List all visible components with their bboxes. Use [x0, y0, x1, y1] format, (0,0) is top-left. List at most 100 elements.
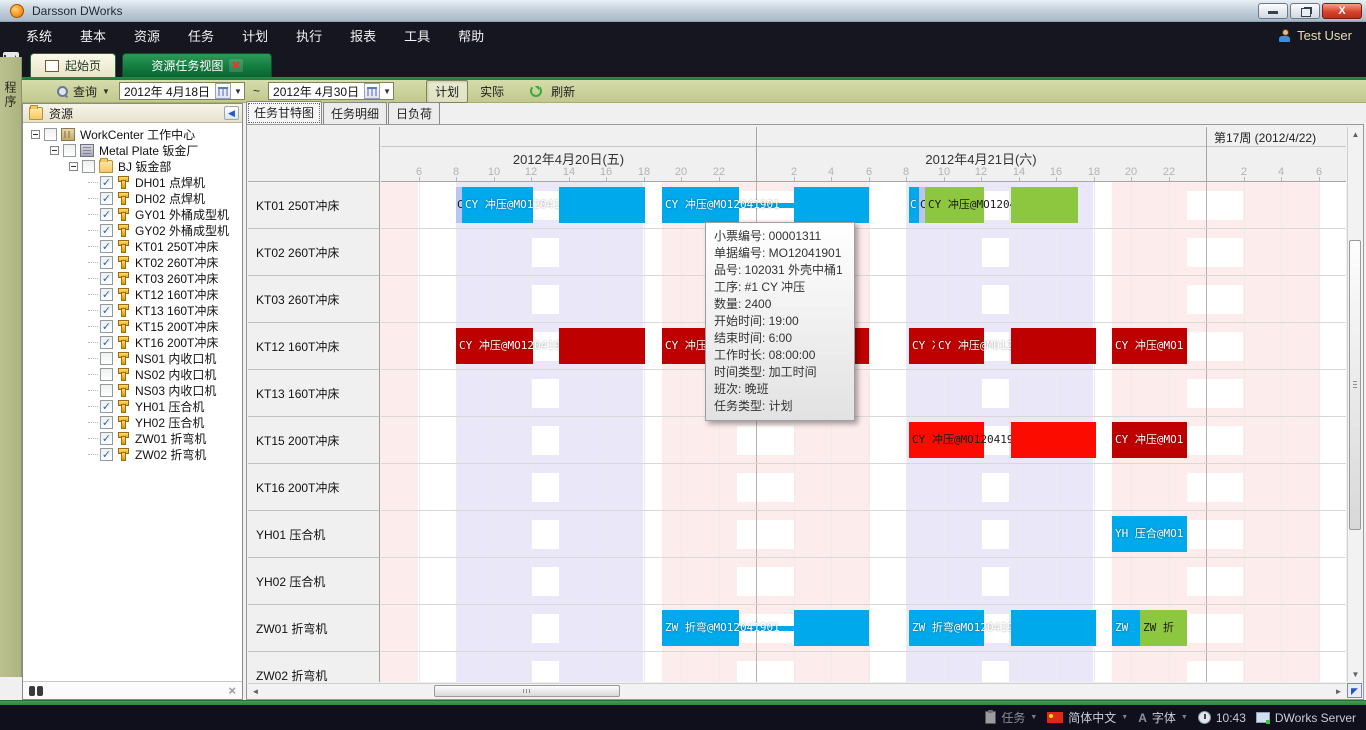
tree-checkbox[interactable]: ✓ [100, 400, 113, 413]
tree-checkbox[interactable] [100, 352, 113, 365]
task-bar[interactable] [794, 187, 869, 223]
tree-leaf-item[interactable]: ✓KT03 260T冲床 [23, 270, 242, 286]
expander-icon[interactable] [69, 162, 78, 171]
minimize-button[interactable] [1258, 3, 1288, 19]
scroll-up-icon[interactable]: ▲ [1348, 127, 1363, 142]
tree-leaf-item[interactable]: ✓KT15 200T冲床 [23, 318, 242, 334]
gantt-tab-任务明细[interactable]: 任务明细 [323, 102, 387, 124]
tree-leaf-item[interactable]: NS03 内收口机 [23, 382, 242, 398]
tree-checkbox[interactable]: ✓ [100, 256, 113, 269]
tree-leaf-item[interactable]: ✓YH01 压合机 [23, 398, 242, 414]
task-bar[interactable]: CY 冲压@MO12041901 [462, 187, 533, 223]
doc-tab-资源任务视图[interactable]: 资源任务视图✖ [122, 53, 272, 77]
maximize-button[interactable] [1290, 3, 1320, 19]
tree-group-item[interactable]: Metal Plate 钣金厂 [23, 142, 242, 158]
doc-tab-起始页[interactable]: 起始页 [30, 53, 116, 77]
tree-checkbox[interactable]: ✓ [100, 288, 113, 301]
refresh-button[interactable]: 刷新 [546, 81, 580, 102]
tree-checkbox[interactable] [44, 128, 57, 141]
tree-leaf-item[interactable]: ✓KT16 200T冲床 [23, 334, 242, 350]
tree-checkbox[interactable]: ✓ [100, 240, 113, 253]
task-bar[interactable]: ZW [1112, 610, 1140, 646]
tree-leaf-item[interactable]: ✓ZW01 折弯机 [23, 430, 242, 446]
tree-checkbox[interactable] [82, 160, 95, 173]
side-dock-strip[interactable]: 程序 [0, 57, 22, 677]
task-bar[interactable] [559, 187, 645, 223]
scroll-right-icon[interactable]: ► [1331, 684, 1346, 699]
task-bar[interactable]: CY 冲压@MO12041903 [909, 422, 984, 458]
tree-leaf-item[interactable]: ✓GY02 外桶成型机 [23, 222, 242, 238]
task-bar[interactable]: CY 冲压@MO1 [1112, 422, 1187, 458]
tree-leaf-item[interactable]: ✓KT12 160T冲床 [23, 286, 242, 302]
menu-item-工具[interactable]: 工具 [390, 22, 444, 49]
tree-leaf-item[interactable]: ✓YH02 压合机 [23, 414, 242, 430]
tree-leaf-item[interactable]: ✓ZW02 折弯机 [23, 446, 242, 462]
menu-item-报表[interactable]: 报表 [336, 22, 390, 49]
tree-checkbox[interactable]: ✓ [100, 176, 113, 189]
task-bar[interactable]: ZW 折 [1140, 610, 1187, 646]
tree-checkbox[interactable]: ✓ [100, 208, 113, 221]
menu-item-执行[interactable]: 执行 [282, 22, 336, 49]
status-time[interactable]: 10:43 [1198, 711, 1246, 725]
date-from-field[interactable]: 2012年 4月18日 ▼ [119, 82, 245, 100]
actual-toggle-button[interactable]: 实际 [472, 81, 512, 102]
task-bar[interactable] [559, 328, 645, 364]
tree-group-item[interactable]: BJ 钣金部 [23, 158, 242, 174]
task-bar[interactable] [794, 610, 869, 646]
status-font[interactable]: A字体▼ [1138, 709, 1188, 726]
tree-leaf-item[interactable]: NS01 内收口机 [23, 350, 242, 366]
task-bar[interactable]: CY 冲压@MO12041904 [456, 328, 533, 364]
close-tab-icon[interactable]: ✖ [229, 59, 242, 72]
task-bar[interactable] [1011, 328, 1096, 364]
calendar-icon[interactable] [364, 83, 380, 99]
collapse-panel-button[interactable]: ◀ [224, 106, 239, 120]
task-bar[interactable]: C [909, 187, 919, 223]
task-bar[interactable]: CY 冲压@MO12041901 [662, 187, 739, 223]
status-language[interactable]: 简体中文▼ [1047, 709, 1128, 726]
task-bar[interactable] [1011, 187, 1078, 223]
task-bar[interactable]: CY 冲 [909, 328, 935, 364]
task-bar[interactable]: CY 冲压@MO1 [1112, 328, 1187, 364]
tree-checkbox[interactable]: ✓ [100, 272, 113, 285]
menu-item-任务[interactable]: 任务 [174, 22, 228, 49]
tree-checkbox[interactable] [100, 368, 113, 381]
tree-leaf-item[interactable]: ✓DH01 点焊机 [23, 174, 242, 190]
user-indicator[interactable]: Test User [1278, 28, 1352, 43]
tree-leaf-item[interactable]: ✓DH02 点焊机 [23, 190, 242, 206]
tree-checkbox[interactable] [63, 144, 76, 157]
horizontal-scrollbar[interactable]: ◄ ► [248, 683, 1346, 698]
menu-item-帮助[interactable]: 帮助 [444, 22, 498, 49]
tree-checkbox[interactable]: ✓ [100, 320, 113, 333]
tree-checkbox[interactable]: ✓ [100, 304, 113, 317]
tree-leaf-item[interactable]: ✓KT02 260T冲床 [23, 254, 242, 270]
status-server[interactable]: DWorks Server [1256, 711, 1356, 725]
task-bar[interactable]: ZW 折弯@MO12041901 [909, 610, 984, 646]
tree-leaf-item[interactable]: ✓KT13 160T冲床 [23, 302, 242, 318]
tree-leaf-item[interactable]: NS02 内收口机 [23, 366, 242, 382]
tree-checkbox[interactable]: ✓ [100, 416, 113, 429]
scroll-left-icon[interactable]: ◄ [248, 684, 263, 699]
tree-leaf-item[interactable]: ✓GY01 外桶成型机 [23, 206, 242, 222]
task-bar[interactable]: CY 冲压@MO12041902 [925, 187, 984, 223]
menu-item-基本[interactable]: 基本 [66, 22, 120, 49]
tree-checkbox[interactable]: ✓ [100, 192, 113, 205]
task-bar[interactable] [1011, 610, 1096, 646]
tree-checkbox[interactable]: ✓ [100, 224, 113, 237]
date-to-field[interactable]: 2012年 4月30日 ▼ [268, 82, 394, 100]
horizontal-scroll-thumb[interactable] [434, 685, 620, 697]
expander-icon[interactable] [31, 130, 40, 139]
task-bar[interactable] [1011, 422, 1096, 458]
vertical-scroll-thumb[interactable] [1349, 240, 1361, 530]
navigate-corner-button[interactable]: ◤ [1347, 683, 1362, 698]
find-icon[interactable] [29, 686, 43, 696]
close-panel-icon[interactable]: × [228, 683, 236, 698]
scroll-down-icon[interactable]: ▼ [1348, 667, 1363, 682]
gantt-tab-日负荷[interactable]: 日负荷 [388, 102, 440, 124]
task-bar[interactable]: CY 冲压@MO12041904 [935, 328, 984, 364]
tree-checkbox[interactable]: ✓ [100, 336, 113, 349]
menu-item-计划[interactable]: 计划 [228, 22, 282, 49]
tree-group-item[interactable]: WorkCenter 工作中心 [23, 126, 242, 142]
gantt-tab-任务甘特图[interactable]: 任务甘特图 [246, 101, 322, 125]
date-to-caret-icon[interactable]: ▼ [381, 87, 393, 96]
menu-item-资源[interactable]: 资源 [120, 22, 174, 49]
